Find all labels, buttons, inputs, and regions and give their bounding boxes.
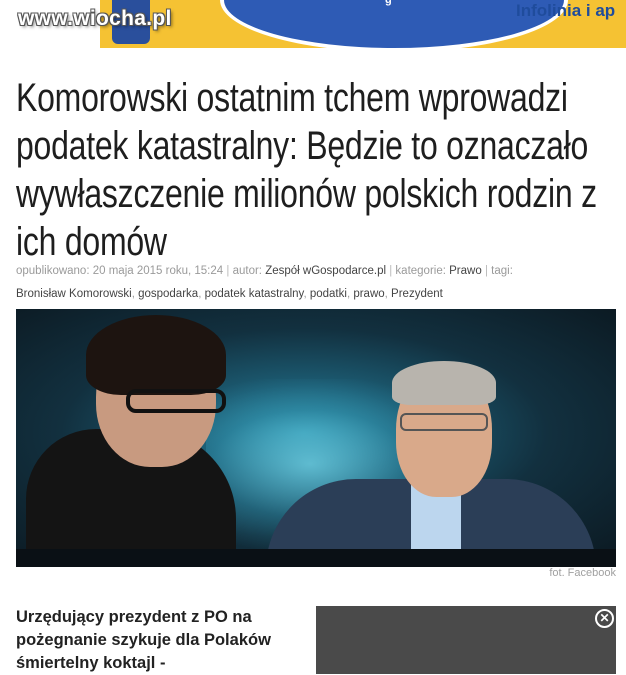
meta-separator: | xyxy=(226,265,230,277)
site-watermark: www.wiocha.pl xyxy=(18,7,172,30)
meta-separator: | xyxy=(389,265,393,277)
photo-desk xyxy=(16,549,616,567)
tag-link[interactable]: prawo xyxy=(353,288,384,300)
ad-close-icon[interactable]: ✕ xyxy=(595,609,614,628)
category-label: kategorie: xyxy=(395,265,446,277)
article-meta: opublikowano: 20 maja 2015 roku, 15:24 |… xyxy=(16,265,513,300)
article-photo xyxy=(16,309,616,567)
photo-figure-right-glasses xyxy=(400,413,488,431)
tag-link[interactable]: Bronisław Komorowski xyxy=(16,288,132,300)
tag-link[interactable]: podatki xyxy=(310,288,347,300)
tag-link[interactable]: podatek katastralny xyxy=(205,288,304,300)
published-date: 20 maja 2015 roku, 15:24 xyxy=(92,265,224,277)
tag-link[interactable]: Prezydent xyxy=(391,288,443,300)
tags-label: tagi: xyxy=(491,265,513,277)
photo-figure-right-hair xyxy=(392,361,496,405)
article-lead: Urzędujący prezydent z PO na pożegnanie … xyxy=(16,608,271,672)
published-label: opublikowano: xyxy=(16,265,90,277)
banner-oval-text: g xyxy=(385,0,392,6)
meta-separator: | xyxy=(484,265,488,277)
category-link[interactable]: Prawo xyxy=(449,265,482,277)
ad-box[interactable] xyxy=(316,606,616,674)
article-headline: Komorowski ostatnim tchem wprowadzi poda… xyxy=(16,76,597,264)
photo-figure-left-hair xyxy=(86,315,226,395)
top-ad-banner[interactable]: g Infolinia i ap xyxy=(100,0,626,48)
author-label: autor: xyxy=(232,265,262,277)
photo-figure-left-glasses xyxy=(126,389,226,413)
tag-link[interactable]: gospodarka xyxy=(138,288,198,300)
photo-credit: fot. Facebook xyxy=(549,567,616,579)
banner-infolinia-text: Infolinia i ap xyxy=(516,1,616,20)
author-link[interactable]: Zespół wGospodarce.pl xyxy=(265,265,386,277)
